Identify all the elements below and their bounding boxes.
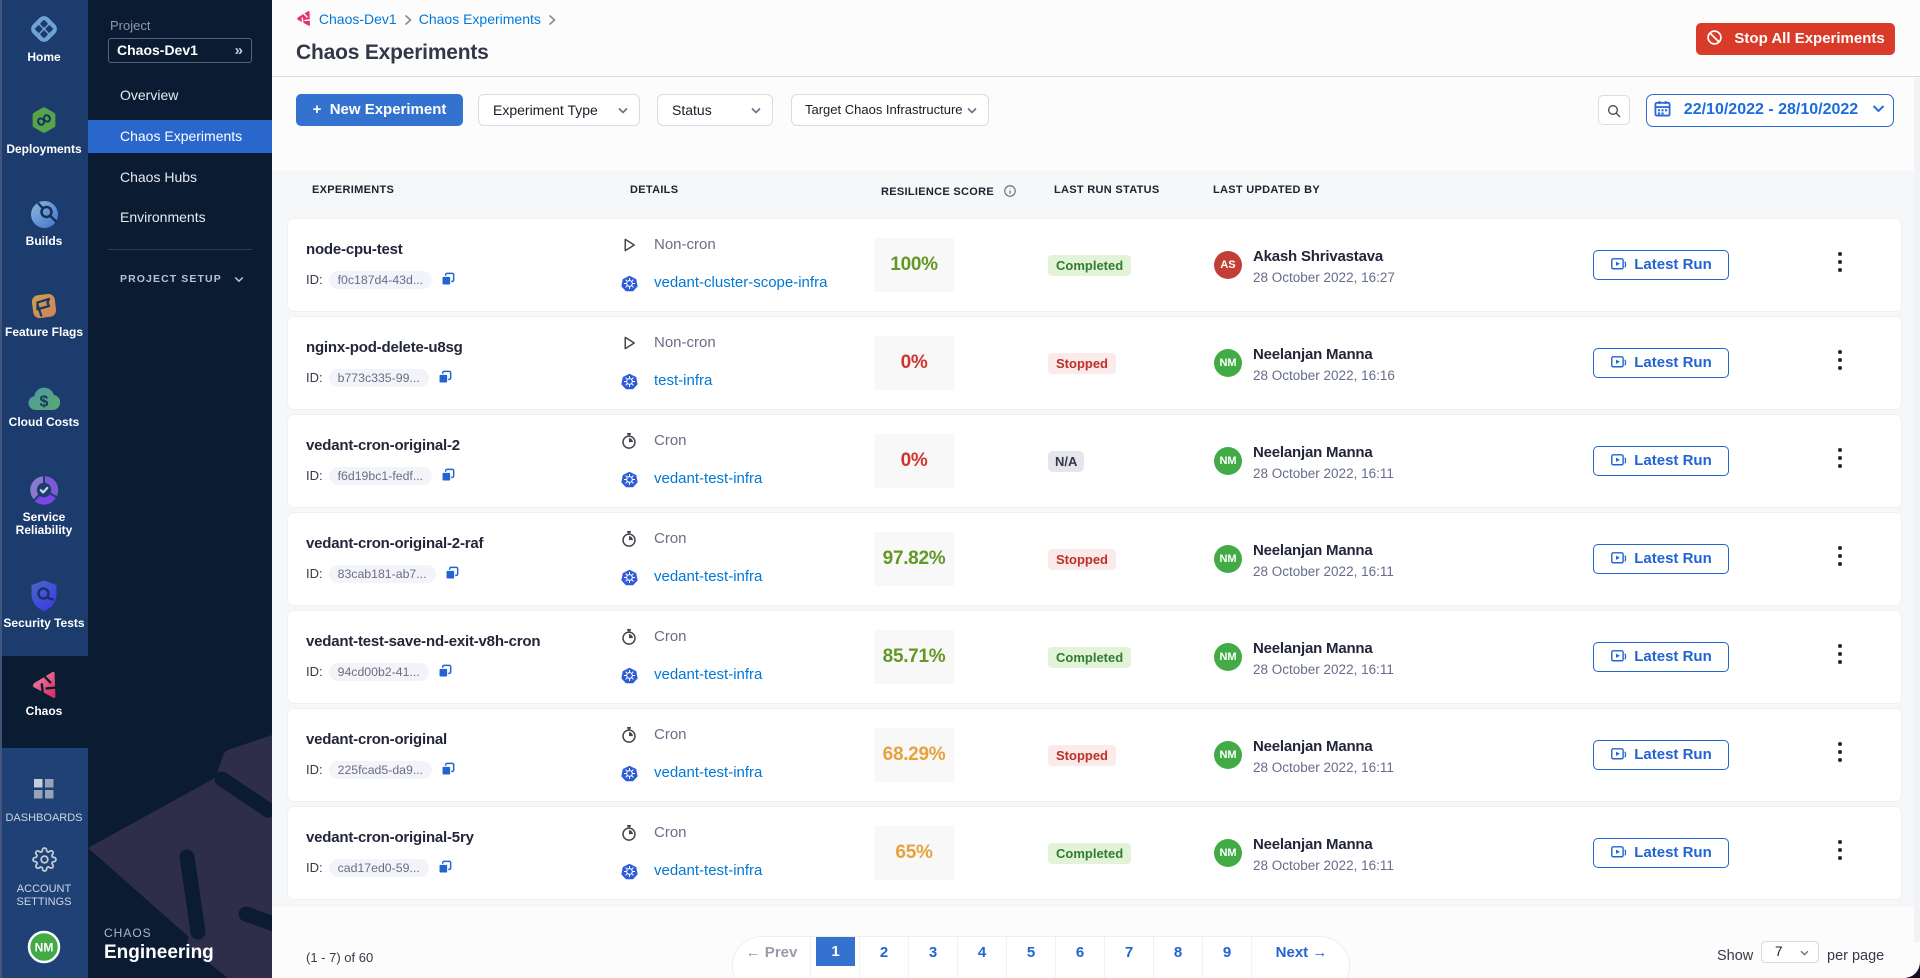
svg-text:NM: NM <box>35 941 54 955</box>
svg-text:$: $ <box>40 394 49 411</box>
